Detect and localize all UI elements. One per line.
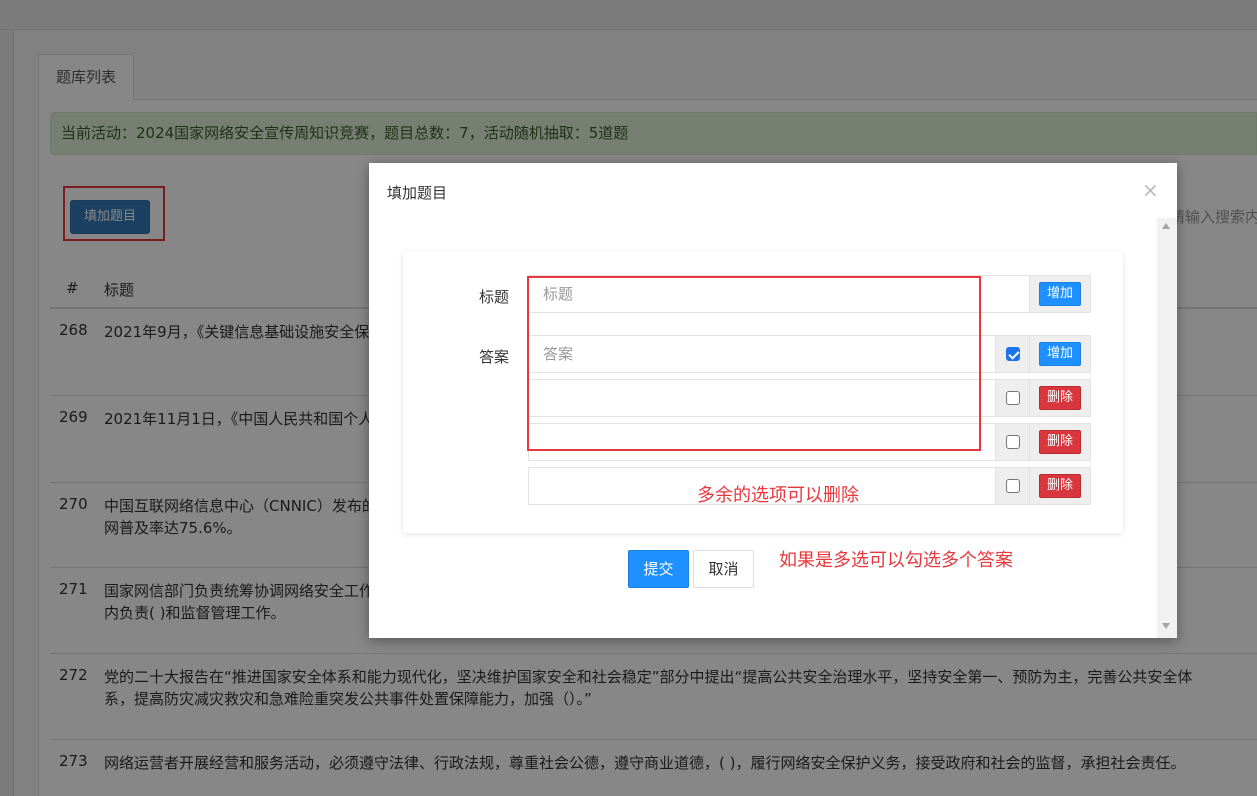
dialog-scrollbar[interactable] (1157, 218, 1177, 638)
annotation-multi-select: 如果是多选可以勾选多个答案 (779, 550, 1013, 571)
annotation-delete-options: 多余的选项可以删除 (697, 485, 859, 506)
answer-correct-checkbox[interactable] (1006, 391, 1020, 405)
answer-label: 答案 (479, 348, 510, 366)
delete-answer-button[interactable]: 删除 (1039, 474, 1081, 498)
highlight-inputs-box (527, 276, 981, 451)
answer-correct-checkbox[interactable] (1006, 479, 1020, 493)
dialog-title: 填加题目 (387, 184, 448, 202)
close-icon[interactable]: × (1142, 178, 1159, 202)
delete-answer-button[interactable]: 删除 (1039, 386, 1081, 410)
add-question-dialog: 填加题目 × 标题 标题 增加 答案 答案 增加 删除 删除 删除 多余的选项可… (369, 163, 1177, 638)
cancel-button[interactable]: 取消 (693, 550, 754, 588)
answer-correct-checkbox[interactable] (1006, 347, 1020, 361)
title-label: 标题 (479, 288, 510, 306)
scroll-up-icon[interactable] (1162, 223, 1170, 229)
add-title-button[interactable]: 增加 (1039, 282, 1081, 306)
scroll-down-icon[interactable] (1162, 623, 1170, 629)
delete-answer-button[interactable]: 删除 (1039, 430, 1081, 454)
answer-correct-checkbox[interactable] (1006, 435, 1020, 449)
submit-button[interactable]: 提交 (628, 550, 689, 588)
add-answer-button[interactable]: 增加 (1039, 342, 1081, 366)
